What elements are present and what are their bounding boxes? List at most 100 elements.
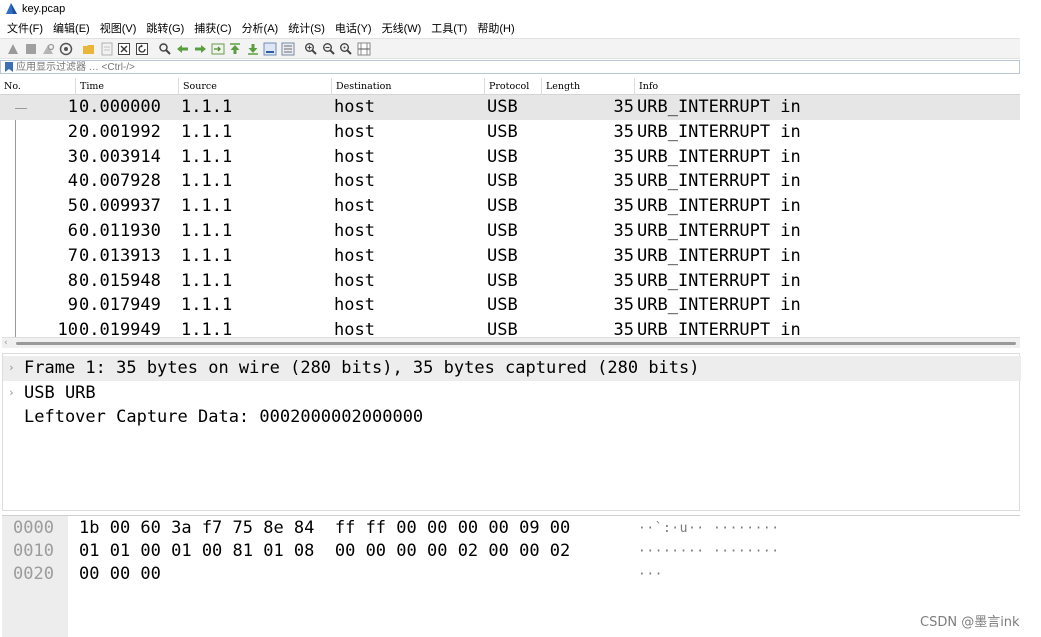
byte-hex[interactable]: 01 01 00 01 00 81 01 08 00 00 00 00 02 0…	[79, 540, 570, 563]
display-filter-bar	[0, 60, 1020, 74]
menu-item-7[interactable]: 电话(Y)	[335, 20, 372, 36]
packet-source: 1.1.1	[181, 221, 233, 241]
open-file-icon[interactable]	[82, 42, 96, 56]
expand-arrow-icon[interactable]: ›	[8, 356, 15, 381]
stop-capture-icon[interactable]	[24, 42, 38, 56]
packet-time: 0.000000	[79, 97, 161, 117]
packet-info: URB_INTERRUPT in	[637, 270, 801, 291]
packet-time: 0.011930	[79, 221, 161, 241]
packet-row[interactable]: 3 0.003914 1.1.1 host USB 35 URB_INTERRUPT in	[0, 145, 1020, 170]
column-header-time[interactable]: Time	[75, 78, 178, 95]
close-file-icon[interactable]	[117, 42, 131, 56]
packet-no: 1	[67, 97, 78, 117]
save-file-icon[interactable]	[100, 42, 114, 56]
byte-ascii[interactable]: ···	[638, 563, 663, 586]
byte-ascii[interactable]: ········ ········	[638, 540, 780, 563]
packet-source: 1.1.1	[181, 97, 233, 117]
packet-time: 0.009937	[79, 196, 161, 217]
packet-length: 35	[613, 270, 634, 291]
packet-protocol: USB	[487, 245, 518, 266]
packet-destination: host	[334, 221, 375, 241]
packet-source: 1.1.1	[181, 295, 233, 316]
column-header-protocol[interactable]: Protocol	[484, 78, 541, 95]
column-header-destination[interactable]: Destination	[331, 78, 484, 95]
byte-hex[interactable]: 00 00 00	[79, 563, 161, 586]
zoom-in-icon[interactable]	[304, 42, 318, 56]
packet-info: URB_INTERRUPT in	[637, 295, 801, 316]
restart-capture-icon[interactable]	[41, 42, 55, 56]
packet-row[interactable]: 4 0.007928 1.1.1 host USB 35 URB_INTERRUPT in	[0, 169, 1020, 194]
scrollbar-thumb[interactable]	[16, 342, 1016, 345]
packet-destination: host	[334, 121, 375, 142]
packet-protocol: USB	[487, 295, 518, 316]
packet-row[interactable]: 9 0.017949 1.1.1 host USB 35 URB_INTERRUPT in	[0, 293, 1020, 318]
menu-item-10[interactable]: 帮助(H)	[477, 20, 514, 36]
start-capture-icon[interactable]	[6, 42, 20, 56]
packet-time: 0.001992	[79, 121, 161, 142]
detail-tree-item[interactable]: › USB URB	[3, 381, 1021, 406]
column-header-source[interactable]: Source	[178, 78, 331, 95]
byte-offset: 0010	[13, 541, 54, 561]
packet-row[interactable]: 7 0.013913 1.1.1 host USB 35 URB_INTERRUPT in	[0, 244, 1020, 269]
packet-destination: host	[334, 270, 375, 291]
expand-arrow-icon[interactable]: ›	[8, 381, 15, 406]
menu-item-6[interactable]: 统计(S)	[288, 20, 325, 36]
menu-item-3[interactable]: 跳转(G)	[146, 20, 184, 36]
menu-item-5[interactable]: 分析(A)	[242, 20, 279, 36]
menu-item-1[interactable]: 编辑(E)	[53, 20, 90, 36]
packet-row[interactable]: 5 0.009937 1.1.1 host USB 35 URB_INTERRUPT in	[0, 194, 1020, 219]
colorize-icon[interactable]	[281, 42, 295, 56]
packet-info: URB_INTERRUPT in	[637, 146, 801, 167]
packet-length: 35	[613, 245, 634, 266]
packet-length: 35	[613, 295, 634, 316]
packet-info: URB_INTERRUPT in	[637, 245, 801, 266]
packet-length: 35	[613, 146, 634, 167]
packet-destination: host	[334, 245, 375, 266]
packet-no: 7	[67, 245, 78, 266]
menu-item-2[interactable]: 视图(V)	[100, 20, 137, 36]
packet-length: 35	[613, 221, 634, 241]
go-forward-icon[interactable]	[193, 42, 207, 56]
packet-protocol: USB	[487, 171, 518, 192]
packet-time: 0.013913	[79, 245, 161, 266]
zoom-normal-icon[interactable]	[339, 42, 353, 56]
column-header-no[interactable]: No.	[0, 78, 75, 95]
byte-hex[interactable]: 1b 00 60 3a f7 75 8e 84 ff ff 00 00 00 0…	[79, 517, 570, 540]
bookmark-icon[interactable]	[5, 62, 13, 72]
packet-row[interactable]: 6 0.011930 1.1.1 host USB 35 URB_INTERRUPT in	[0, 219, 1020, 244]
packet-time: 0.015948	[79, 270, 161, 291]
menu-item-8[interactable]: 无线(W)	[382, 20, 422, 36]
zoom-out-icon[interactable]	[322, 42, 336, 56]
go-to-packet-icon[interactable]	[211, 42, 225, 56]
reload-icon[interactable]	[135, 42, 149, 56]
go-back-icon[interactable]	[176, 42, 190, 56]
main-toolbar	[0, 38, 1020, 59]
column-header-info[interactable]: Info	[634, 78, 1020, 95]
packet-destination: host	[334, 146, 375, 167]
scroll-left-icon[interactable]: ‹	[4, 338, 8, 349]
find-packet-icon[interactable]	[158, 42, 172, 56]
packet-row[interactable]: 8 0.015948 1.1.1 host USB 35 URB_INTERRUPT in	[0, 269, 1020, 294]
capture-options-icon[interactable]	[59, 42, 73, 56]
packet-protocol: USB	[487, 97, 518, 117]
resize-columns-icon[interactable]	[357, 42, 371, 56]
packet-row[interactable]: 1 0.000000 1.1.1 host USB 35 URB_INTERRUPT in	[0, 95, 1020, 120]
go-first-icon[interactable]	[228, 42, 242, 56]
packet-info: URB_INTERRUPT in	[637, 221, 801, 241]
packet-protocol: USB	[487, 121, 518, 142]
auto-scroll-icon[interactable]	[263, 42, 277, 56]
horizontal-scrollbar[interactable]: ‹	[2, 337, 1020, 348]
menu-item-4[interactable]: 捕获(C)	[194, 20, 231, 36]
packet-row[interactable]: 2 0.001992 1.1.1 host USB 35 URB_INTERRUPT in	[0, 120, 1020, 145]
watermark: CSDN @墨言ink	[920, 615, 1020, 630]
detail-tree-item[interactable]: Leftover Capture Data: 0002000002000000	[3, 405, 1021, 430]
go-last-icon[interactable]	[246, 42, 260, 56]
display-filter-input[interactable]	[16, 61, 416, 73]
byte-ascii[interactable]: ··`:·u·· ········	[638, 517, 780, 540]
packet-protocol: USB	[487, 270, 518, 291]
menu-item-9[interactable]: 工具(T)	[431, 20, 467, 36]
menu-item-0[interactable]: 文件(F)	[7, 20, 43, 36]
column-header-length[interactable]: Length	[541, 78, 634, 95]
detail-tree-item[interactable]: › Frame 1: 35 bytes on wire (280 bits), 3…	[3, 356, 1021, 381]
packet-no: 4	[67, 171, 78, 192]
